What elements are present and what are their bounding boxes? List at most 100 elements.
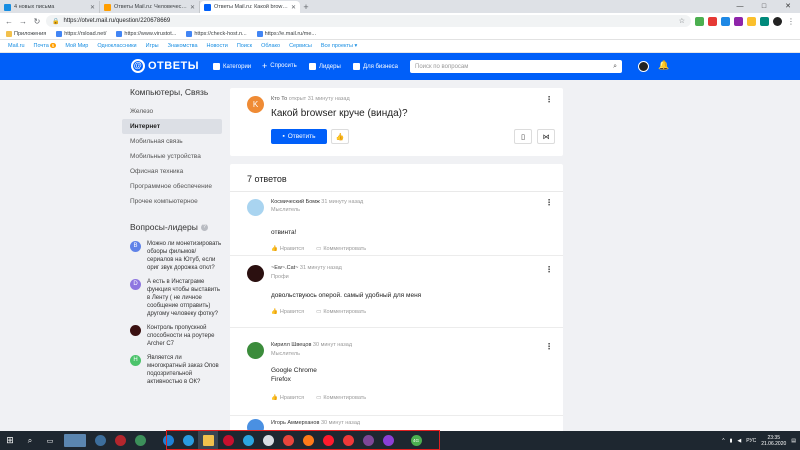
- reload-icon[interactable]: ↻: [32, 17, 42, 26]
- sidebar-item-internet[interactable]: Интернет: [122, 119, 222, 134]
- taskbar-app-chrome-window[interactable]: [60, 431, 90, 450]
- bookmark-rsload[interactable]: https://rsload.net/: [56, 31, 106, 37]
- search-input[interactable]: Поиск по вопросам ⌕: [410, 60, 622, 73]
- leader-question[interactable]: В Можно ли монетизировать обзоры фильмов…: [122, 240, 222, 272]
- answer-button[interactable]: ▪ Ответить: [271, 129, 327, 144]
- tray-chevron-icon[interactable]: ^: [722, 438, 724, 444]
- close-tab-icon[interactable]: ✕: [190, 4, 195, 11]
- answer-author[interactable]: Кирилл Швецов: [271, 342, 311, 348]
- extension-icon[interactable]: [760, 16, 769, 26]
- forward-arrow-icon[interactable]: →: [18, 17, 28, 26]
- question-author[interactable]: Кто То: [271, 96, 287, 102]
- answer-author[interactable]: Игорь Аммерханов: [271, 420, 319, 426]
- comment-action[interactable]: ▭ Комментировать: [316, 395, 366, 401]
- address-bar[interactable]: 🔒 https://otvet.mail.ru/question/2206786…: [46, 15, 691, 27]
- portal-item-moy-mir[interactable]: Мой Мир: [65, 43, 88, 49]
- portal-item-dating[interactable]: Знакомства: [168, 43, 198, 49]
- start-button[interactable]: ⊞: [0, 431, 20, 450]
- taskbar-search-button[interactable]: ⌕: [20, 431, 40, 450]
- profile-avatar-icon[interactable]: [773, 16, 782, 26]
- like-action[interactable]: 👍 Нравится: [271, 246, 304, 252]
- portal-item-games[interactable]: Игры: [146, 43, 159, 49]
- more-options-icon[interactable]: ⋮: [545, 342, 553, 351]
- extension-icon[interactable]: [734, 16, 743, 26]
- share-button[interactable]: ⋈: [537, 129, 555, 144]
- portal-item-services[interactable]: Сервисы: [289, 43, 312, 49]
- leader-question-text[interactable]: Можно ли монетизировать обзоры фильмов/ …: [147, 240, 222, 272]
- like-button[interactable]: 👍: [331, 129, 349, 144]
- bookmark-e-mail[interactable]: https://e.mail.ru/me...: [256, 31, 316, 37]
- sidebar-item-mobile-service[interactable]: Мобильная связь: [122, 134, 222, 149]
- sidebar-item-office[interactable]: Офисная техника: [122, 164, 222, 179]
- clock[interactable]: 23:35 21.06.2020: [761, 435, 786, 447]
- chrome-menu-icon[interactable]: ⋮: [786, 17, 796, 26]
- taskbar-app[interactable]: [130, 431, 150, 450]
- bookmark-virustotal[interactable]: https://www.virustot...: [116, 31, 176, 37]
- sidebar-item-mobile-devices[interactable]: Мобильные устройства: [122, 149, 222, 164]
- bookmark-star-icon[interactable]: ☆: [679, 17, 685, 25]
- bell-icon[interactable]: 🔔: [658, 60, 669, 71]
- new-tab-button[interactable]: +: [300, 1, 312, 13]
- extension-icon[interactable]: [708, 16, 717, 26]
- browser-tab-mail[interactable]: 4 новых письма ✕: [0, 1, 100, 13]
- nav-categories[interactable]: Категории: [213, 63, 251, 70]
- leader-question[interactable]: Контроль пропускной способности на роуте…: [122, 324, 222, 348]
- search-icon[interactable]: ⌕: [613, 63, 617, 71]
- maximize-button[interactable]: □: [752, 0, 776, 13]
- portal-item-search[interactable]: Поиск: [237, 43, 252, 49]
- portal-item-mail[interactable]: Почта 6: [34, 43, 57, 49]
- nav-business[interactable]: Для бизнеса: [353, 63, 398, 70]
- sidebar-item-other[interactable]: Прочее компьютерное: [122, 194, 222, 209]
- avatar[interactable]: K: [247, 96, 264, 113]
- answer-author[interactable]: Космический Бомж: [271, 199, 320, 205]
- bookmark-apps[interactable]: Приложения: [6, 31, 46, 37]
- notifications-icon[interactable]: ▤: [791, 438, 796, 444]
- nav-ask[interactable]: + Спросить: [262, 62, 297, 71]
- close-tab-icon[interactable]: ✕: [291, 4, 296, 11]
- leader-question-text[interactable]: А есть в Инстаграме функция чтобы выстав…: [147, 278, 222, 318]
- extension-icon[interactable]: [695, 16, 704, 26]
- portal-item-mailru[interactable]: Mail.ru: [8, 43, 25, 49]
- more-options-icon[interactable]: ⋮: [545, 95, 553, 104]
- nav-leaders[interactable]: Лидеры: [309, 63, 341, 70]
- avatar[interactable]: [247, 342, 264, 359]
- like-action[interactable]: 👍 Нравится: [271, 395, 304, 401]
- input-language[interactable]: РУС: [746, 438, 756, 444]
- avatar[interactable]: [247, 199, 264, 216]
- taskbar-app[interactable]: [90, 431, 110, 450]
- browser-tab-otvety-1[interactable]: Ответы Mail.ru: Человеческий ✕: [100, 1, 200, 13]
- sidebar-item-software[interactable]: Программное обеспечение: [122, 179, 222, 194]
- help-icon[interactable]: ?: [200, 223, 208, 231]
- portal-item-all-projects[interactable]: Все проекты ▾: [321, 43, 357, 49]
- bookmark-check-host[interactable]: https://check-host.n...: [186, 31, 247, 37]
- task-view-button[interactable]: ▭: [40, 431, 60, 450]
- comment-action[interactable]: ▭ Комментировать: [316, 309, 366, 315]
- close-tab-icon[interactable]: ✕: [90, 4, 95, 11]
- taskbar-app[interactable]: [110, 431, 130, 450]
- bookmark-button[interactable]: ▯: [514, 129, 532, 144]
- volume-icon[interactable]: ◀: [737, 438, 741, 444]
- like-action[interactable]: 👍 Нравится: [271, 309, 304, 315]
- browser-tab-otvety-active[interactable]: Ответы Mail.ru: Какой browser к ✕: [200, 1, 300, 13]
- more-options-icon[interactable]: ⋮: [545, 265, 553, 274]
- portal-item-cloud[interactable]: Облако: [261, 43, 280, 49]
- close-window-button[interactable]: ✕: [776, 0, 800, 13]
- back-arrow-icon[interactable]: ←: [4, 17, 14, 26]
- otvety-logo[interactable]: @ ОТВЕТЫ: [131, 59, 199, 73]
- avatar[interactable]: [247, 265, 264, 282]
- leader-question-text[interactable]: Является ли многократный заказ Опов подо…: [147, 354, 222, 386]
- answer-author[interactable]: ~Ew~.Cat~: [271, 265, 298, 271]
- leader-question[interactable]: D А есть в Инстаграме функция чтобы выст…: [122, 278, 222, 318]
- extension-icon[interactable]: [747, 16, 756, 26]
- portal-item-ok[interactable]: Одноклассники: [97, 43, 136, 49]
- extension-icon[interactable]: [721, 16, 730, 26]
- leader-question-text[interactable]: Контроль пропускной способности на роуте…: [147, 324, 222, 348]
- network-icon[interactable]: ▮: [730, 438, 733, 444]
- more-options-icon[interactable]: ⋮: [545, 198, 553, 207]
- minimize-button[interactable]: —: [728, 0, 752, 13]
- sidebar-item-hardware[interactable]: Железо: [122, 104, 222, 119]
- portal-item-news[interactable]: Новости: [207, 43, 228, 49]
- comment-action[interactable]: ▭ Комментировать: [316, 246, 366, 252]
- leader-question[interactable]: Н Является ли многократный заказ Опов по…: [122, 354, 222, 386]
- user-avatar[interactable]: [638, 61, 649, 72]
